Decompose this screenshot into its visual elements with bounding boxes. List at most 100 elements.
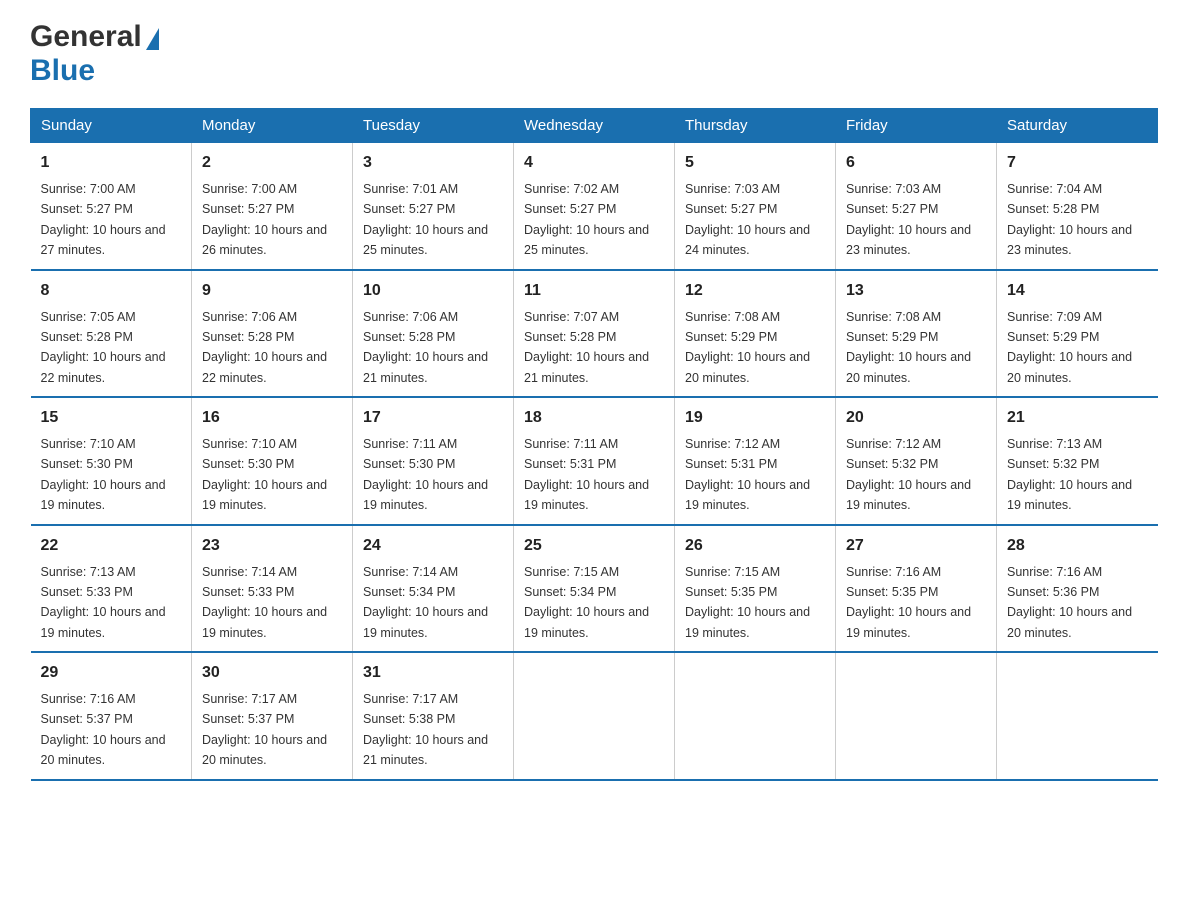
col-friday: Friday: [836, 109, 997, 143]
day-info: Sunrise: 7:16 AMSunset: 5:36 PMDaylight:…: [1007, 565, 1132, 640]
calendar-cell: 14 Sunrise: 7:09 AMSunset: 5:29 PMDayligh…: [997, 270, 1158, 398]
day-number: 10: [363, 279, 503, 303]
day-number: 27: [846, 534, 986, 558]
day-number: 30: [202, 661, 342, 685]
calendar-cell: 15 Sunrise: 7:10 AMSunset: 5:30 PMDayligh…: [31, 397, 192, 525]
calendar-cell: 21 Sunrise: 7:13 AMSunset: 5:32 PMDayligh…: [997, 397, 1158, 525]
day-info: Sunrise: 7:14 AMSunset: 5:34 PMDaylight:…: [363, 565, 488, 640]
day-number: 19: [685, 406, 825, 430]
day-info: Sunrise: 7:08 AMSunset: 5:29 PMDaylight:…: [846, 310, 971, 385]
day-number: 14: [1007, 279, 1148, 303]
day-info: Sunrise: 7:12 AMSunset: 5:31 PMDaylight:…: [685, 437, 810, 512]
calendar-cell: 13 Sunrise: 7:08 AMSunset: 5:29 PMDayligh…: [836, 270, 997, 398]
day-number: 20: [846, 406, 986, 430]
calendar-cell: 9Sunrise: 7:06 AMSunset: 5:28 PMDaylight…: [192, 270, 353, 398]
col-sunday: Sunday: [31, 109, 192, 143]
day-number: 3: [363, 151, 503, 175]
calendar-cell: 11 Sunrise: 7:07 AMSunset: 5:28 PMDayligh…: [514, 270, 675, 398]
day-number: 28: [1007, 534, 1148, 558]
day-info: Sunrise: 7:06 AMSunset: 5:28 PMDaylight:…: [363, 310, 488, 385]
day-number: 12: [685, 279, 825, 303]
day-number: 24: [363, 534, 503, 558]
calendar-cell: 2 Sunrise: 7:00 AMSunset: 5:27 PMDaylight…: [192, 143, 353, 270]
day-number: 15: [41, 406, 182, 430]
logo-blue-text: Blue: [30, 54, 95, 87]
day-number: 13: [846, 279, 986, 303]
day-info: Sunrise: 7:17 AMSunset: 5:37 PMDaylight:…: [202, 692, 327, 767]
calendar-week-row: 22 Sunrise: 7:13 AMSunset: 5:33 PMDayligh…: [31, 525, 1158, 653]
day-number: 18: [524, 406, 664, 430]
day-number: 11: [524, 279, 664, 303]
col-thursday: Thursday: [675, 109, 836, 143]
calendar-cell: [997, 652, 1158, 780]
calendar-cell: [836, 652, 997, 780]
calendar-cell: 8 Sunrise: 7:05 AMSunset: 5:28 PMDaylight…: [31, 270, 192, 398]
calendar-header-row: Sunday Monday Tuesday Wednesday Thursday…: [31, 109, 1158, 143]
day-number: 9: [202, 279, 342, 303]
day-info: Sunrise: 7:07 AMSunset: 5:28 PMDaylight:…: [524, 310, 649, 385]
calendar-cell: 18Sunrise: 7:11 AMSunset: 5:31 PMDayligh…: [514, 397, 675, 525]
day-number: 8: [41, 279, 182, 303]
calendar-week-row: 1 Sunrise: 7:00 AMSunset: 5:27 PMDaylight…: [31, 143, 1158, 270]
logo-general-text: General: [30, 20, 142, 54]
logo: General Blue: [30, 20, 159, 88]
calendar-cell: 27Sunrise: 7:16 AMSunset: 5:35 PMDayligh…: [836, 525, 997, 653]
day-number: 16: [202, 406, 342, 430]
calendar-table: Sunday Monday Tuesday Wednesday Thursday…: [30, 108, 1158, 781]
day-info: Sunrise: 7:08 AMSunset: 5:29 PMDaylight:…: [685, 310, 810, 385]
calendar-cell: 12 Sunrise: 7:08 AMSunset: 5:29 PMDayligh…: [675, 270, 836, 398]
day-info: Sunrise: 7:09 AMSunset: 5:29 PMDaylight:…: [1007, 310, 1132, 385]
day-number: 2: [202, 151, 342, 175]
day-number: 4: [524, 151, 664, 175]
day-number: 21: [1007, 406, 1148, 430]
calendar-cell: 31 Sunrise: 7:17 AMSunset: 5:38 PMDayligh…: [353, 652, 514, 780]
day-info: Sunrise: 7:15 AMSunset: 5:35 PMDaylight:…: [685, 565, 810, 640]
col-tuesday: Tuesday: [353, 109, 514, 143]
calendar-cell: 10 Sunrise: 7:06 AMSunset: 5:28 PMDayligh…: [353, 270, 514, 398]
calendar-cell: 26 Sunrise: 7:15 AMSunset: 5:35 PMDayligh…: [675, 525, 836, 653]
day-info: Sunrise: 7:17 AMSunset: 5:38 PMDaylight:…: [363, 692, 488, 767]
page-header: General Blue: [30, 20, 1158, 88]
day-number: 26: [685, 534, 825, 558]
day-info: Sunrise: 7:01 AMSunset: 5:27 PMDaylight:…: [363, 182, 488, 257]
calendar-week-row: 29Sunrise: 7:16 AMSunset: 5:37 PMDayligh…: [31, 652, 1158, 780]
calendar-cell: 28 Sunrise: 7:16 AMSunset: 5:36 PMDayligh…: [997, 525, 1158, 653]
day-number: 1: [41, 151, 182, 175]
day-info: Sunrise: 7:15 AMSunset: 5:34 PMDaylight:…: [524, 565, 649, 640]
day-number: 6: [846, 151, 986, 175]
calendar-cell: 7Sunrise: 7:04 AMSunset: 5:28 PMDaylight…: [997, 143, 1158, 270]
day-info: Sunrise: 7:16 AMSunset: 5:37 PMDaylight:…: [41, 692, 166, 767]
day-number: 22: [41, 534, 182, 558]
calendar-cell: 30 Sunrise: 7:17 AMSunset: 5:37 PMDayligh…: [192, 652, 353, 780]
col-saturday: Saturday: [997, 109, 1158, 143]
day-number: 7: [1007, 151, 1148, 175]
calendar-week-row: 15 Sunrise: 7:10 AMSunset: 5:30 PMDayligh…: [31, 397, 1158, 525]
day-info: Sunrise: 7:12 AMSunset: 5:32 PMDaylight:…: [846, 437, 971, 512]
calendar-cell: 25 Sunrise: 7:15 AMSunset: 5:34 PMDayligh…: [514, 525, 675, 653]
day-info: Sunrise: 7:05 AMSunset: 5:28 PMDaylight:…: [41, 310, 166, 385]
day-info: Sunrise: 7:10 AMSunset: 5:30 PMDaylight:…: [41, 437, 166, 512]
day-info: Sunrise: 7:14 AMSunset: 5:33 PMDaylight:…: [202, 565, 327, 640]
calendar-cell: 1Sunrise: 7:00 AMSunset: 5:27 PMDaylight…: [31, 143, 192, 270]
day-info: Sunrise: 7:11 AMSunset: 5:30 PMDaylight:…: [363, 437, 488, 512]
calendar-cell: 17 Sunrise: 7:11 AMSunset: 5:30 PMDayligh…: [353, 397, 514, 525]
calendar-cell: 24 Sunrise: 7:14 AMSunset: 5:34 PMDayligh…: [353, 525, 514, 653]
day-number: 17: [363, 406, 503, 430]
day-info: Sunrise: 7:13 AMSunset: 5:33 PMDaylight:…: [41, 565, 166, 640]
calendar-cell: 16Sunrise: 7:10 AMSunset: 5:30 PMDayligh…: [192, 397, 353, 525]
logo-triangle-icon: [146, 28, 159, 50]
calendar-cell: 6 Sunrise: 7:03 AMSunset: 5:27 PMDaylight…: [836, 143, 997, 270]
calendar-cell: 22 Sunrise: 7:13 AMSunset: 5:33 PMDayligh…: [31, 525, 192, 653]
day-info: Sunrise: 7:00 AMSunset: 5:27 PMDaylight:…: [202, 182, 327, 257]
day-number: 25: [524, 534, 664, 558]
calendar-cell: 29Sunrise: 7:16 AMSunset: 5:37 PMDayligh…: [31, 652, 192, 780]
day-info: Sunrise: 7:13 AMSunset: 5:32 PMDaylight:…: [1007, 437, 1132, 512]
day-number: 31: [363, 661, 503, 685]
calendar-cell: 20 Sunrise: 7:12 AMSunset: 5:32 PMDayligh…: [836, 397, 997, 525]
day-number: 5: [685, 151, 825, 175]
calendar-cell: [675, 652, 836, 780]
col-wednesday: Wednesday: [514, 109, 675, 143]
day-info: Sunrise: 7:03 AMSunset: 5:27 PMDaylight:…: [846, 182, 971, 257]
calendar-cell: 4Sunrise: 7:02 AMSunset: 5:27 PMDaylight…: [514, 143, 675, 270]
calendar-cell: 3 Sunrise: 7:01 AMSunset: 5:27 PMDaylight…: [353, 143, 514, 270]
